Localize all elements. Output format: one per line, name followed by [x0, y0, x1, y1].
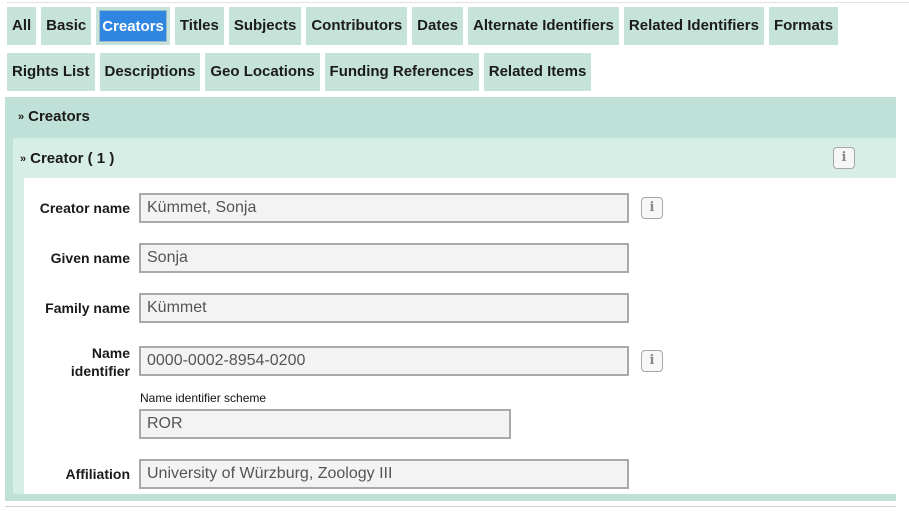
tab-descriptions[interactable]: Descriptions — [99, 53, 201, 91]
tab-creators-label: Creators — [99, 10, 167, 42]
tab-titles[interactable]: Titles — [174, 7, 224, 45]
double-chevron-down-icon: » — [18, 111, 25, 123]
tab-creators[interactable]: Creators — [96, 7, 170, 45]
creator-item-title: Creator ( 1 ) — [30, 150, 115, 167]
tab-formats[interactable]: Formats — [768, 7, 839, 45]
divider — [7, 2, 909, 3]
creators-section-title: Creators — [28, 108, 90, 125]
name-identifier-input[interactable] — [139, 346, 629, 376]
tab-basic[interactable]: Basic — [41, 7, 92, 45]
tab-related-items[interactable]: Related Items — [483, 53, 592, 91]
family-name-input[interactable] — [139, 293, 629, 323]
tab-contributors[interactable]: Contributors — [306, 7, 408, 45]
tab-geo-locations[interactable]: Geo Locations — [205, 53, 320, 91]
tab-all[interactable]: All — [7, 7, 37, 45]
creators-panel: » Creators » Creator ( 1 ) i Creator name … — [5, 97, 896, 507]
double-chevron-down-icon: » — [20, 153, 27, 165]
name-identifier-scheme-input[interactable] — [139, 409, 511, 439]
info-icon[interactable]: i — [641, 197, 663, 219]
affiliation-label: Affiliation — [65, 466, 130, 482]
creator-item-header[interactable]: » Creator ( 1 ) — [20, 150, 114, 167]
family-name-label: Family name — [45, 300, 130, 316]
creator-name-label: Creator name — [39, 200, 130, 216]
creator-form: Creator name i Given name Family name Na… — [24, 178, 896, 494]
name-identifier-label-line1: Name — [91, 345, 130, 361]
given-name-label: Given name — [50, 250, 130, 266]
info-icon[interactable]: i — [833, 147, 855, 169]
tab-subjects[interactable]: Subjects — [228, 7, 302, 45]
tab-rights-list[interactable]: Rights List — [7, 53, 95, 91]
tab-dates[interactable]: Dates — [412, 7, 464, 45]
name-identifier-label: Name identifier — [24, 344, 130, 380]
tab-row-1: All Basic Creators Titles Subjects Contr… — [7, 7, 839, 45]
creators-section-header[interactable]: » Creators — [18, 108, 90, 125]
name-identifier-label-line2: identifier — [70, 363, 130, 379]
creator-name-input[interactable] — [139, 193, 629, 223]
name-identifier-scheme-label: Name identifier scheme — [140, 391, 267, 405]
tab-alternate-identifiers[interactable]: Alternate Identifiers — [468, 7, 619, 45]
tab-bar: All Basic Creators Titles Subjects Contr… — [0, 0, 909, 96]
info-icon[interactable]: i — [641, 350, 663, 372]
tab-related-identifiers[interactable]: Related Identifiers — [623, 7, 764, 45]
tab-funding-references[interactable]: Funding References — [324, 53, 479, 91]
tab-row-2: Rights List Descriptions Geo Locations F… — [7, 53, 592, 91]
affiliation-input[interactable] — [139, 459, 629, 489]
creator-item-panel: »Creator ( 1 ) i Creator name i Given na… — [13, 138, 896, 494]
divider — [5, 506, 896, 507]
given-name-input[interactable] — [139, 243, 629, 273]
